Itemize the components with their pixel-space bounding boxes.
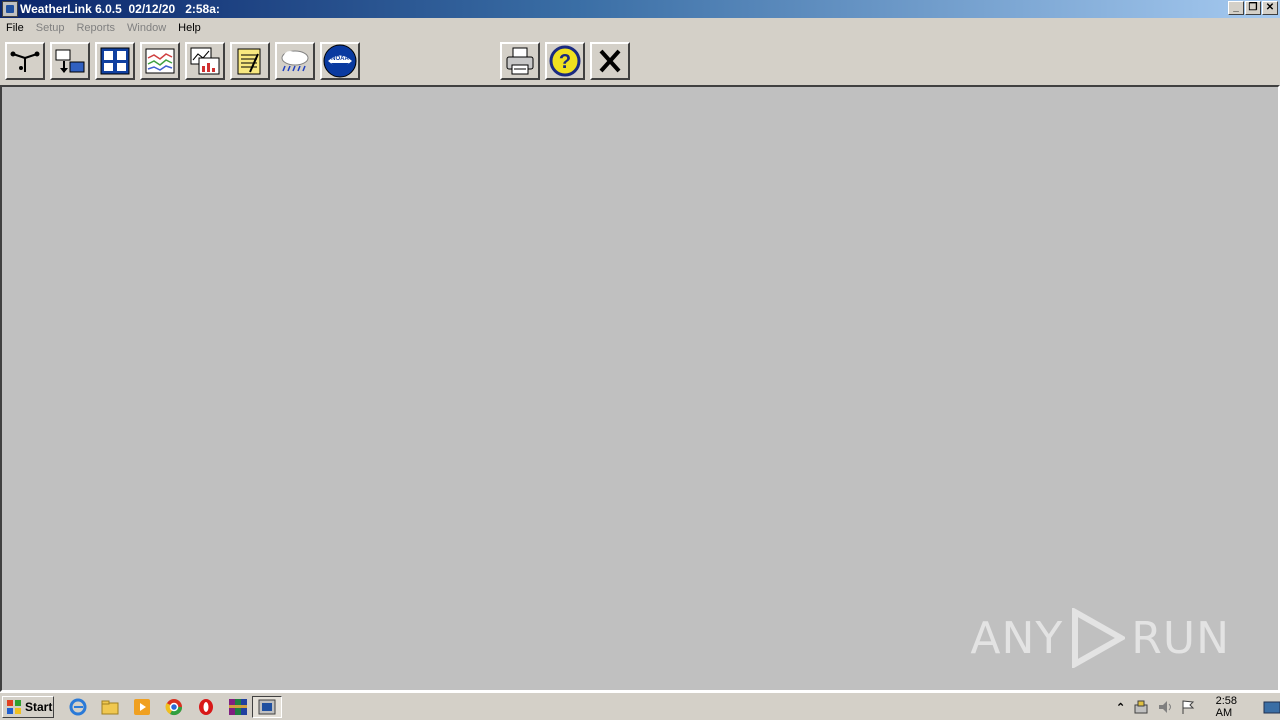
plot-icon	[145, 48, 175, 74]
bulletin-icon	[100, 47, 130, 75]
noaa-text: NOAA	[331, 56, 349, 62]
opera-icon[interactable]	[196, 697, 216, 717]
explorer-icon[interactable]	[100, 697, 120, 717]
rain-cloud-icon	[281, 50, 309, 72]
rain-button[interactable]	[275, 42, 315, 80]
watermark-text-left: ANY	[970, 612, 1064, 664]
toolbar: NOAA ?	[0, 37, 1280, 84]
anyrun-watermark: ANY RUN	[970, 608, 1230, 668]
station-transfer-icon	[55, 49, 85, 73]
window-controls: _ ❐ ✕	[1227, 1, 1278, 15]
taskbar: Start ⌃ 2:58 AM	[0, 692, 1280, 720]
select-station-button[interactable]	[5, 42, 45, 80]
anemometer-icon	[10, 51, 40, 72]
strip-chart-icon	[190, 47, 220, 75]
help-button[interactable]: ?	[545, 42, 585, 80]
watermark-text-right: RUN	[1131, 612, 1230, 664]
close-window-button[interactable]: ✕	[1262, 1, 1278, 15]
window-title: WeatherLink 6.0.5 02/12/20 2:58a:	[20, 2, 220, 16]
show-desktop-icon[interactable]	[1263, 699, 1280, 715]
download-button[interactable]	[50, 42, 90, 80]
ie-icon[interactable]	[68, 697, 88, 717]
show-hidden-icons-icon[interactable]: ⌃	[1116, 701, 1125, 714]
title-bar[interactable]: WeatherLink 6.0.5 02/12/20 2:58a: _ ❐ ✕	[0, 0, 1280, 18]
close-icon	[599, 49, 621, 73]
menu-reports[interactable]: Reports	[70, 22, 121, 34]
printer-icon	[506, 47, 534, 75]
system-tray: ⌃ 2:58 AM	[1110, 695, 1280, 719]
noaa-icon: NOAA	[323, 44, 357, 78]
winrar-icon[interactable]	[228, 697, 248, 717]
notepad-icon	[237, 48, 261, 75]
exit-button[interactable]	[590, 42, 630, 80]
app-icon[interactable]	[2, 1, 18, 17]
play-logo-icon	[1072, 608, 1126, 668]
noaa-button[interactable]: NOAA	[320, 42, 360, 80]
bulletin-button[interactable]	[95, 42, 135, 80]
print-button[interactable]	[500, 42, 540, 80]
media-player-icon[interactable]	[132, 697, 152, 717]
chrome-icon[interactable]	[164, 697, 184, 717]
notepad-button[interactable]	[230, 42, 270, 80]
windows-logo-icon	[7, 699, 21, 714]
taskbar-clock[interactable]: 2:58 AM	[1216, 695, 1255, 719]
volume-icon[interactable]	[1157, 699, 1172, 715]
menu-bar: File Setup Reports Window Help	[0, 18, 1280, 37]
minimize-button[interactable]: _	[1228, 1, 1244, 15]
network-icon[interactable]	[1133, 699, 1148, 715]
menu-window[interactable]: Window	[121, 22, 172, 34]
start-label: Start	[25, 699, 53, 714]
action-center-flag-icon[interactable]	[1180, 699, 1195, 715]
mdi-workspace[interactable]: ANY RUN	[0, 85, 1280, 692]
restore-button[interactable]: ❐	[1245, 1, 1261, 15]
menu-help[interactable]: Help	[172, 22, 207, 34]
weatherlink-app-window: WeatherLink 6.0.5 02/12/20 2:58a: _ ❐ ✕ …	[0, 0, 1280, 720]
help-icon: ?	[549, 45, 581, 77]
plot-button[interactable]	[140, 42, 180, 80]
menu-setup[interactable]: Setup	[30, 22, 71, 34]
strip-chart-button[interactable]	[185, 42, 225, 80]
weatherlink-task-icon	[258, 699, 276, 714]
svg-text:?: ?	[559, 51, 571, 73]
quick-launch	[68, 697, 248, 717]
weatherlink-task-button[interactable]	[252, 695, 282, 718]
start-button[interactable]: Start	[2, 695, 54, 718]
menu-file[interactable]: File	[0, 22, 30, 34]
